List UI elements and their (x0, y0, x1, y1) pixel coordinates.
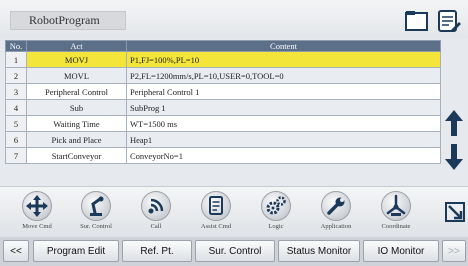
row-number: 2 (5, 67, 27, 84)
document-icon (201, 191, 231, 221)
tool-coordinate[interactable]: Coordinate (371, 191, 421, 230)
tool-label: Sur. Control (80, 223, 112, 230)
tool-sur-control[interactable]: Sur. Control (71, 191, 121, 230)
tool-label: Move Cmd (22, 223, 52, 230)
row-number: 4 (5, 99, 27, 116)
prev-page-button[interactable]: << (3, 240, 29, 262)
program-table: No. Act Content 1 MOVJ P1,FJ=100%,PL=10 … (5, 40, 441, 164)
tool-label: Assist Cmd (200, 223, 232, 230)
row-number: 5 (5, 115, 27, 132)
wrench-icon (321, 191, 351, 221)
tool-label: Logic (268, 223, 284, 230)
row-number: 1 (5, 51, 27, 68)
tool-label: Call (150, 223, 162, 230)
program-name-field[interactable]: RobotProgram (10, 11, 126, 30)
resize-icon[interactable] (444, 201, 466, 223)
row-act: Waiting Time (26, 115, 127, 132)
row-content: Peripheral Control 1 (126, 83, 441, 100)
row-act: Sub (26, 99, 127, 116)
tool-assist-cmd[interactable]: Assist Cmd (191, 191, 241, 230)
column-header-no: No. (5, 40, 27, 52)
row-content: P2,FL=1200mm/s,PL=10,USER=0,TOOL=0 (126, 67, 441, 84)
tool-application[interactable]: Application (311, 191, 361, 230)
bottom-nav: << Program Edit Ref. Pt. Sur. Control St… (0, 237, 468, 266)
arrow-up-icon[interactable] (444, 108, 464, 138)
row-content: SubProg 1 (126, 99, 441, 116)
tool-label: Application (320, 223, 352, 230)
tool-move-cmd[interactable]: Move Cmd (12, 191, 62, 230)
row-content: WT=1500 ms (126, 115, 441, 132)
row-act: MOVL (26, 67, 127, 84)
select-frame-icon[interactable] (404, 9, 430, 33)
move-arrows-icon (22, 191, 52, 221)
table-row[interactable]: 7 StartConveyor ConveyorNo=1 (5, 147, 441, 164)
table-row[interactable]: 2 MOVL P2,FL=1200mm/s,PL=10,USER=0,TOOL=… (5, 67, 441, 84)
coordinate-icon (381, 191, 411, 221)
table-row[interactable]: 3 Peripheral Control Peripheral Control … (5, 83, 441, 100)
edit-document-icon[interactable] (436, 9, 462, 33)
program-edit-button[interactable]: Program Edit (33, 240, 119, 262)
io-monitor-button[interactable]: IO Monitor (363, 240, 439, 262)
row-act: StartConveyor (26, 147, 127, 164)
column-header-content: Content (126, 40, 441, 52)
table-row[interactable]: 4 Sub SubProg 1 (5, 99, 441, 116)
row-act: Peripheral Control (26, 83, 127, 100)
table-row[interactable]: 5 Waiting Time WT=1500 ms (5, 115, 441, 132)
row-number: 7 (5, 147, 27, 164)
status-monitor-button[interactable]: Status Monitor (278, 240, 360, 262)
row-content: ConveyorNo=1 (126, 147, 441, 164)
table-row[interactable]: 6 Pick and Place Heap1 (5, 131, 441, 148)
signal-icon (141, 191, 171, 221)
row-content: Heap1 (126, 131, 441, 148)
gears-icon (261, 191, 291, 221)
command-toolbar: Move Cmd Sur. Control Call Assist Cmd Lo… (0, 186, 468, 237)
arrow-down-icon[interactable] (444, 142, 464, 172)
row-act: Pick and Place (26, 131, 127, 148)
top-bar: RobotProgram (0, 0, 468, 38)
column-header-act: Act (26, 40, 127, 52)
row-number: 3 (5, 83, 27, 100)
sur-control-button[interactable]: Sur. Control (195, 240, 275, 262)
robot-arm-icon (81, 191, 111, 221)
row-act: MOVJ (26, 51, 127, 68)
row-number: 6 (5, 131, 27, 148)
table-row[interactable]: 1 MOVJ P1,FJ=100%,PL=10 (5, 51, 441, 68)
tool-logic[interactable]: Logic (251, 191, 301, 230)
ref-pt-button[interactable]: Ref. Pt. (122, 240, 192, 262)
row-content: P1,FJ=100%,PL=10 (126, 51, 441, 68)
tool-call[interactable]: Call (131, 191, 181, 230)
next-page-button[interactable]: >> (442, 240, 466, 262)
tool-label: Coordinate (381, 223, 411, 230)
